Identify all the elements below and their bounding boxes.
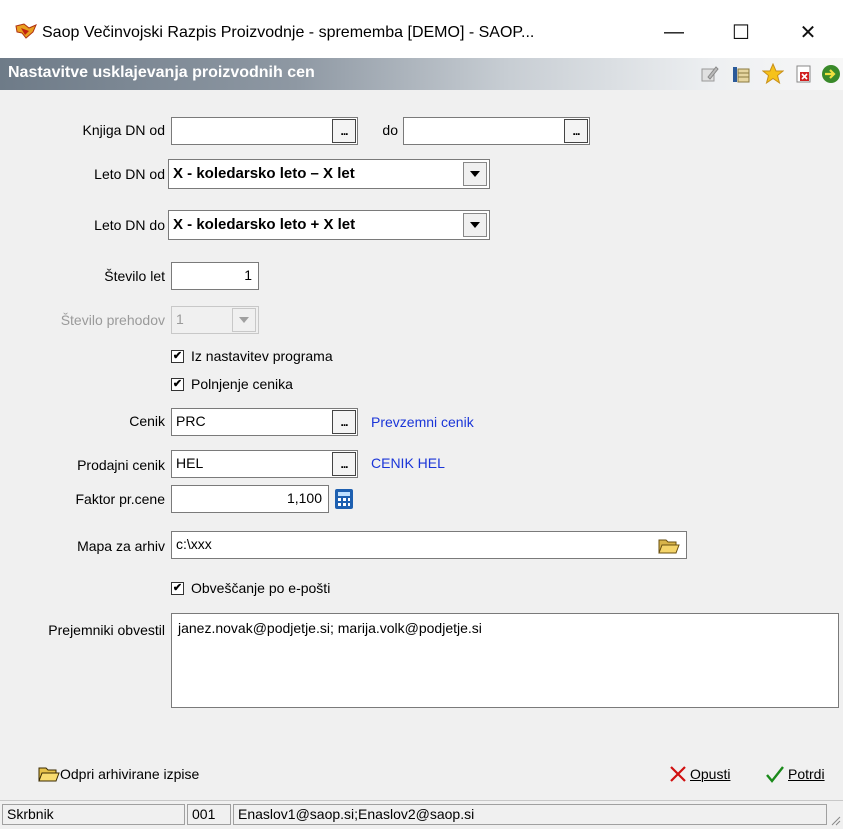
cancel-label: Opusti (690, 766, 731, 782)
open-archive-label: Odpri arhivirane izpise (60, 766, 200, 782)
confirm-label: Potrdi (788, 766, 825, 782)
calculator-icon[interactable] (333, 488, 355, 510)
checkmark-icon: ✔ (172, 378, 183, 390)
prodajni-cenik-browse-button[interactable]: ... (332, 452, 356, 476)
form-title: Nastavitve usklajevanja proizvodnih cen (8, 64, 315, 81)
stevilo-prehodov-label: Število prehodov (60, 312, 165, 328)
stevilo-prehodov-dropdown-button (232, 308, 256, 332)
knjiga-do-browse-button[interactable]: ... (564, 119, 588, 143)
leto-do-select[interactable]: X - koledarsko leto + X let (168, 210, 490, 240)
stevilo-let-label: Število let (104, 268, 165, 284)
cancel-button[interactable]: Opusti (669, 765, 730, 783)
prodajni-cenik-input[interactable]: HEL (171, 450, 358, 478)
status-bar: Skrbnik 001 Enaslov1@saop.si;Enaslov2@sa… (0, 800, 843, 828)
leto-do-value: X - koledarsko leto + X let (173, 216, 356, 233)
cenik-input[interactable]: PRC (171, 408, 358, 436)
cenik-label: Cenik (129, 413, 165, 429)
stevilo-prehodov-value: 1 (176, 311, 184, 327)
polnjenje-label: Polnjenje cenika (191, 376, 293, 392)
app-logo-icon (15, 22, 37, 40)
stevilo-let-input[interactable]: 1 (171, 262, 259, 290)
star-icon[interactable] (762, 63, 784, 85)
leto-od-select[interactable]: X - koledarsko leto – X let (168, 159, 490, 189)
cenik-description: Prevzemni cenik (371, 414, 474, 430)
checkmark-icon: ✔ (172, 582, 183, 594)
chevron-down-icon (239, 317, 249, 323)
open-folder-icon[interactable] (656, 533, 682, 557)
obvescanje-checkbox[interactable]: ✔ (171, 582, 184, 595)
knjiga-od-input[interactable] (171, 117, 358, 145)
chevron-down-icon (470, 171, 480, 177)
prodajni-cenik-label: Prodajni cenik (77, 457, 165, 473)
obvescanje-label: Obveščanje po e-pošti (191, 580, 331, 596)
status-user: Skrbnik (2, 804, 185, 825)
edit-icon[interactable] (699, 63, 721, 85)
chevron-down-icon (470, 222, 480, 228)
prejemniki-textarea[interactable]: janez.novak@podjetje.si; marija.volk@pod… (171, 613, 839, 708)
prejemniki-label: Prejemniki obvestil (48, 622, 165, 638)
leto-do-dropdown-button[interactable] (463, 213, 487, 237)
status-code: 001 (187, 804, 231, 825)
close-window-button[interactable]: ✕ (780, 12, 836, 52)
checkmark-icon: ✔ (172, 350, 183, 362)
knjiga-od-label: Knjiga DN od (82, 122, 166, 138)
window-title-bar: Saop Večinvojski Razpis Proizvodnje - sp… (0, 0, 843, 58)
exit-icon[interactable] (820, 63, 842, 85)
close-document-icon[interactable] (793, 63, 815, 85)
prodajni-cenik-description: CENIK HEL (371, 455, 445, 471)
cenik-browse-button[interactable]: ... (332, 410, 356, 434)
knjiga-do-label: do (382, 122, 398, 138)
window-title: Saop Večinvojski Razpis Proizvodnje - sp… (42, 24, 535, 41)
columns-icon[interactable] (730, 63, 752, 85)
knjiga-do-input[interactable] (403, 117, 590, 145)
mapa-input[interactable]: c:\xxx (171, 531, 687, 559)
maximize-button[interactable]: ☐ (713, 12, 769, 52)
form-header: Nastavitve usklajevanja proizvodnih cen (0, 58, 843, 90)
resize-grip-icon[interactable] (829, 813, 841, 826)
status-emails: Enaslov1@saop.si;Enaslov2@saop.si (233, 804, 827, 825)
polnjenje-checkbox[interactable]: ✔ (171, 378, 184, 391)
cancel-x-icon (670, 766, 686, 782)
folder-icon (38, 767, 60, 782)
knjiga-od-browse-button[interactable]: ... (332, 119, 356, 143)
leto-od-label: Leto DN od (94, 166, 165, 182)
confirm-button[interactable]: Potrdi (765, 765, 825, 783)
minimize-button[interactable]: — (646, 12, 702, 52)
bottom-button-bar: Odpri arhivirane izpise Opusti Potrdi (0, 750, 843, 800)
faktor-input[interactable]: 1,100 (171, 485, 329, 513)
faktor-label: Faktor pr.cene (75, 491, 166, 507)
open-archive-button[interactable]: Odpri arhivirane izpise (38, 765, 199, 783)
confirm-check-icon (766, 766, 784, 783)
leto-od-dropdown-button[interactable] (463, 162, 487, 186)
leto-do-label: Leto DN do (94, 217, 165, 233)
iz-nastavitev-label: Iz nastavitev programa (191, 348, 333, 364)
iz-nastavitev-checkbox[interactable]: ✔ (171, 350, 184, 363)
mapa-label: Mapa za arhiv (77, 538, 165, 554)
leto-od-value: X - koledarsko leto – X let (173, 165, 355, 182)
